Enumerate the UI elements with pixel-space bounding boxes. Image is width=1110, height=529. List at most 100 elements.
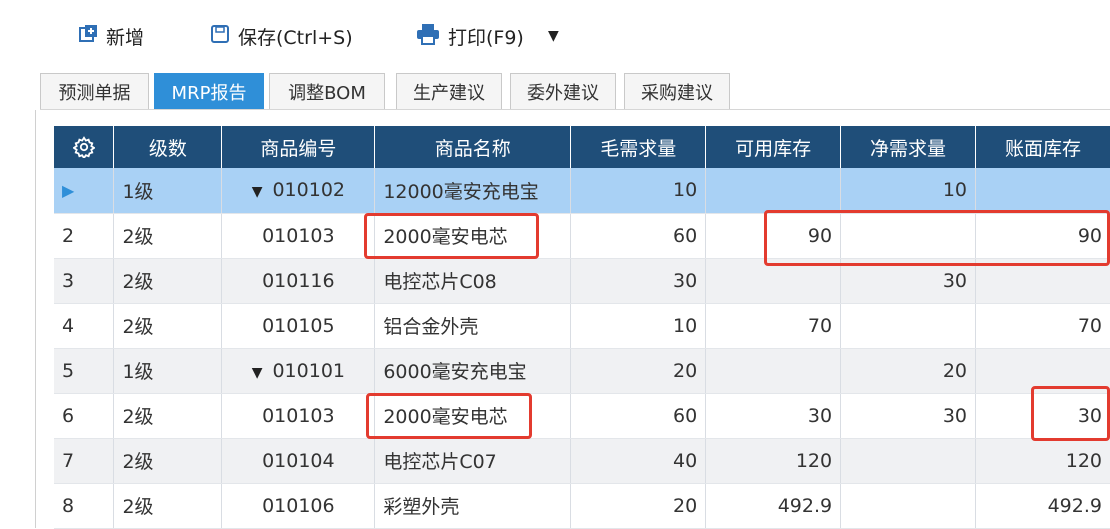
available-cell: [706, 168, 841, 213]
name-cell: 彩塑外壳: [375, 483, 571, 528]
tab-purchase-suggestion[interactable]: 采购建议: [624, 73, 730, 109]
table-row[interactable]: 8 2级 010106 彩塑外壳 20 492.9 492.9: [54, 483, 1110, 528]
table-row[interactable]: 7 2级 010104 电控芯片C07 40 120 120: [54, 438, 1110, 483]
table-row[interactable]: 5 1级 ▼010101 6000毫安充电宝 20 20: [54, 348, 1110, 393]
index-cell: 6: [54, 393, 114, 438]
tab-label: 生产建议: [413, 79, 485, 105]
available-cell: 30: [706, 393, 841, 438]
tab-forecast[interactable]: 预测单据: [40, 73, 149, 109]
net-cell: [841, 303, 976, 348]
gross-cell: 20: [571, 348, 706, 393]
level-cell: 2级: [114, 393, 222, 438]
index-cell: 4: [54, 303, 114, 348]
available-cell: 90: [706, 213, 841, 258]
table-row[interactable]: 6 2级 010103 2000毫安电芯 60 30 30 30: [54, 393, 1110, 438]
book-cell: [976, 168, 1110, 213]
book-cell: 492.9: [976, 483, 1110, 528]
caret-down-icon[interactable]: ▼: [252, 365, 263, 381]
header-name[interactable]: 商品名称: [375, 126, 571, 168]
name-cell: 铝合金外壳: [375, 303, 571, 348]
grid-panel: 级数 商品编号 商品名称 毛需求量 可用库存 净需求量 账面库存 ▶ 1级 ▼ 0…: [35, 110, 1110, 528]
code-cell: 010103: [222, 213, 375, 258]
book-cell: [976, 258, 1110, 303]
name-cell: 电控芯片C08: [375, 258, 571, 303]
available-cell: 492.9: [706, 483, 841, 528]
net-cell: 10: [841, 168, 976, 213]
tab-adjust-bom[interactable]: 调整BOM: [269, 73, 385, 109]
name-cell: 12000毫安充电宝: [375, 168, 571, 213]
code-cell: ▼ 010101: [222, 348, 375, 393]
new-button[interactable]: 新增: [78, 22, 144, 50]
print-button[interactable]: 打印(F9): [416, 22, 524, 50]
code-cell: 010116: [222, 258, 375, 303]
tab-label: 调整BOM: [288, 79, 366, 105]
code-text: 010101: [272, 360, 345, 382]
caret-down-icon[interactable]: ▼: [252, 184, 263, 200]
tab-outsource-suggestion[interactable]: 委外建议: [510, 73, 616, 109]
table-row[interactable]: 4 2级 010105 铝合金外壳 10 70 70: [54, 303, 1110, 348]
tab-production-suggestion[interactable]: 生产建议: [396, 73, 502, 109]
available-cell: 70: [706, 303, 841, 348]
settings-header-cell[interactable]: [54, 126, 114, 168]
net-cell: [841, 483, 976, 528]
toolbar: 新增 保存(Ctrl+S) 打印(F9) ▼: [0, 0, 1110, 70]
header-net[interactable]: 净需求量: [841, 126, 976, 168]
name-cell: 电控芯片C07: [375, 438, 571, 483]
save-button[interactable]: 保存(Ctrl+S): [210, 22, 353, 50]
code-cell: 010104: [222, 438, 375, 483]
play-marker-icon: ▶: [62, 181, 74, 200]
gross-cell: 10: [571, 168, 706, 213]
header-book[interactable]: 账面库存: [976, 126, 1110, 168]
header-code[interactable]: 商品编号: [222, 126, 375, 168]
book-cell: 30: [976, 393, 1110, 438]
gross-cell: 10: [571, 303, 706, 348]
gross-cell: 30: [571, 258, 706, 303]
new-label: 新增: [106, 23, 144, 50]
index-cell: 5: [54, 348, 114, 393]
book-cell: 90: [976, 213, 1110, 258]
print-label: 打印(F9): [448, 23, 524, 50]
table-row[interactable]: ▶ 1级 ▼ 010102 12000毫安充电宝 10 10: [54, 168, 1110, 213]
mrp-report-table: 级数 商品编号 商品名称 毛需求量 可用库存 净需求量 账面库存 ▶ 1级 ▼ 0…: [54, 126, 1110, 529]
net-cell: 30: [841, 393, 976, 438]
name-cell: 2000毫安电芯: [375, 213, 571, 258]
index-cell: 8: [54, 483, 114, 528]
gross-cell: 60: [571, 393, 706, 438]
net-cell: [841, 213, 976, 258]
print-dropdown-toggle[interactable]: ▼: [548, 22, 559, 50]
gross-cell: 40: [571, 438, 706, 483]
index-cell: 2: [54, 213, 114, 258]
header-level[interactable]: 级数: [114, 126, 222, 168]
code-cell: ▼ 010102: [222, 168, 375, 213]
level-cell: 2级: [114, 438, 222, 483]
net-cell: 20: [841, 348, 976, 393]
tab-mrp-report[interactable]: MRP报告: [154, 73, 264, 109]
tab-label: MRP报告: [172, 79, 247, 105]
book-cell: [976, 348, 1110, 393]
printer-icon: [416, 23, 440, 50]
plus-square-icon: [78, 24, 98, 49]
gross-cell: 20: [571, 483, 706, 528]
caret-down-icon: ▼: [548, 28, 559, 44]
table-row[interactable]: 2 2级 010103 2000毫安电芯 60 90 90: [54, 213, 1110, 258]
header-available[interactable]: 可用库存: [706, 126, 841, 168]
index-cell: 7: [54, 438, 114, 483]
tab-label: 委外建议: [527, 79, 599, 105]
level-cell: 2级: [114, 213, 222, 258]
gross-cell: 60: [571, 213, 706, 258]
net-cell: [841, 438, 976, 483]
name-cell: 2000毫安电芯: [375, 393, 571, 438]
tab-label: 采购建议: [641, 79, 713, 105]
book-cell: 70: [976, 303, 1110, 348]
level-cell: 2级: [114, 303, 222, 348]
level-cell: 2级: [114, 258, 222, 303]
table-row[interactable]: 3 2级 010116 电控芯片C08 30 30: [54, 258, 1110, 303]
header-gross[interactable]: 毛需求量: [571, 126, 706, 168]
code-text: 010102: [272, 179, 345, 201]
available-cell: [706, 258, 841, 303]
table-header-row: 级数 商品编号 商品名称 毛需求量 可用库存 净需求量 账面库存: [54, 126, 1110, 168]
floppy-icon: [210, 24, 230, 49]
row-marker-cell: ▶: [54, 168, 114, 213]
level-cell: 1级: [114, 168, 222, 213]
available-cell: [706, 348, 841, 393]
